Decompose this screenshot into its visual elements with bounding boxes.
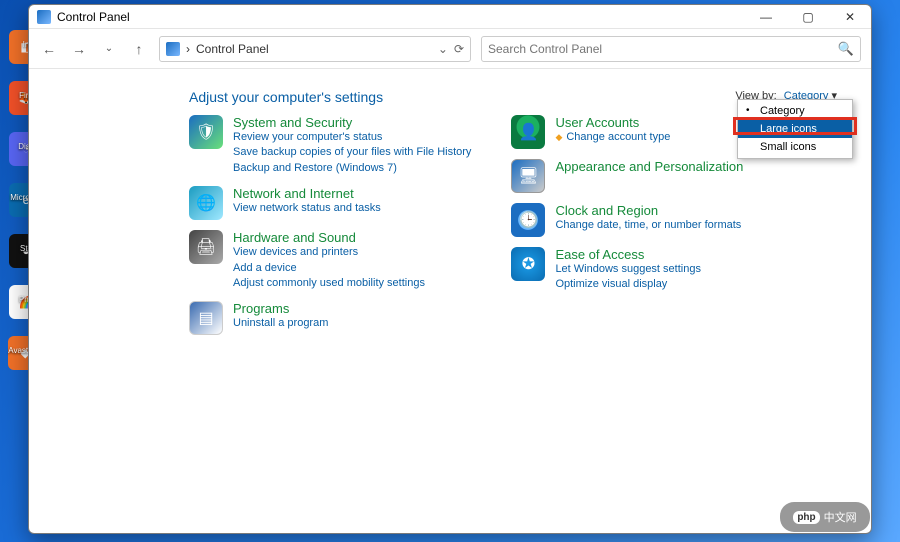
titlebar: Control Panel — ▢ ✕ [29, 5, 871, 29]
content-pane: Adjust your computer's settings View by:… [29, 69, 871, 533]
maximize-button[interactable]: ▢ [787, 5, 829, 29]
search-box[interactable]: 🔍 [481, 36, 861, 62]
category-column-right: 👤 User Accounts Change account type 🖥 Ap… [511, 115, 761, 335]
task-link[interactable]: View network status and tasks [233, 201, 381, 216]
search-icon[interactable]: 🔍 [838, 41, 854, 57]
category-link[interactable]: Ease of Access [555, 247, 701, 262]
category-network: 🌐 Network and Internet View network stat… [189, 186, 471, 220]
category-programs: ▤ Programs Uninstall a program [189, 301, 471, 335]
task-link[interactable]: Review your computer's status [233, 130, 471, 145]
forward-button[interactable]: → [69, 39, 89, 59]
address-bar[interactable]: › Control Panel ⌄ ⟳ [159, 36, 471, 62]
category-link[interactable]: Appearance and Personalization [555, 159, 743, 174]
category-link[interactable]: Hardware and Sound [233, 230, 425, 245]
task-link[interactable]: Backup and Restore (Windows 7) [233, 161, 471, 176]
category-link[interactable]: User Accounts [555, 115, 670, 130]
category-column-left: 🛡 System and Security Review your comput… [189, 115, 471, 335]
minimize-button[interactable]: — [745, 5, 787, 29]
up-button[interactable]: ↑ [129, 39, 149, 59]
task-link[interactable]: Uninstall a program [233, 316, 328, 331]
refresh-button[interactable]: ⟳ [454, 42, 464, 56]
user-icon: 👤 [511, 115, 545, 149]
category-link[interactable]: Clock and Region [555, 203, 741, 218]
breadcrumb[interactable]: Control Panel [196, 42, 432, 56]
search-input[interactable] [488, 42, 832, 56]
category-link[interactable]: System and Security [233, 115, 471, 130]
control-panel-icon [37, 10, 51, 24]
printer-icon: 🖨 [189, 230, 223, 264]
task-link[interactable]: Optimize visual display [555, 277, 701, 292]
monitor-icon: 🖥 [511, 159, 545, 193]
task-link[interactable]: View devices and printers [233, 245, 425, 260]
task-link[interactable]: Change date, time, or number formats [555, 218, 741, 233]
category-link[interactable]: Programs [233, 301, 328, 316]
nav-row: ← → ⌄ ↑ › Control Panel ⌄ ⟳ 🔍 [29, 29, 871, 69]
category-appearance: 🖥 Appearance and Personalization [511, 159, 761, 193]
address-chevron-icon[interactable]: ⌄ [438, 42, 448, 56]
category-user-accounts: 👤 User Accounts Change account type [511, 115, 761, 149]
task-link[interactable]: Add a device [233, 261, 425, 276]
watermark-badge: php中文网 [780, 502, 870, 532]
view-by-menu: Category Large icons Small icons [737, 99, 853, 159]
close-button[interactable]: ✕ [829, 5, 871, 29]
globe-icon: 🌐 [189, 186, 223, 220]
category-hardware: 🖨 Hardware and Sound View devices and pr… [189, 230, 471, 291]
task-link[interactable]: Change account type [555, 130, 670, 145]
category-link[interactable]: Network and Internet [233, 186, 381, 201]
shield-icon: 🛡 [189, 115, 223, 149]
task-link[interactable]: Save backup copies of your files with Fi… [233, 145, 471, 160]
control-panel-icon [166, 42, 180, 56]
programs-icon: ▤ [189, 301, 223, 335]
category-system-security: 🛡 System and Security Review your comput… [189, 115, 471, 176]
menu-item-category[interactable]: Category [738, 102, 852, 120]
accessibility-icon: ✪ [511, 247, 545, 281]
window-title: Control Panel [57, 10, 130, 24]
category-clock-region: 🕒 Clock and Region Change date, time, or… [511, 203, 761, 237]
task-link[interactable]: Adjust commonly used mobility settings [233, 276, 425, 291]
category-ease-of-access: ✪ Ease of Access Let Windows suggest set… [511, 247, 761, 293]
control-panel-window: Control Panel — ▢ ✕ ← → ⌄ ↑ › Control Pa… [28, 4, 872, 534]
recent-chevron-icon[interactable]: ⌄ [99, 39, 119, 59]
menu-item-small-icons[interactable]: Small icons [738, 138, 852, 156]
breadcrumb-sep: › [186, 42, 190, 56]
task-link[interactable]: Let Windows suggest settings [555, 262, 701, 277]
clock-icon: 🕒 [511, 203, 545, 237]
menu-item-large-icons[interactable]: Large icons [738, 120, 852, 138]
back-button[interactable]: ← [39, 39, 59, 59]
